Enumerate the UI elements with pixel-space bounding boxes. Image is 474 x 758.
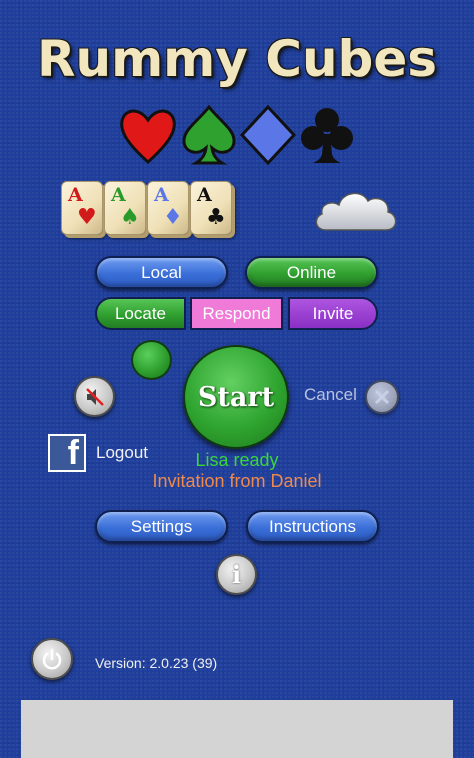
spade-icon (182, 104, 236, 165)
mute-icon (85, 387, 104, 406)
tile-rank: A (197, 184, 212, 206)
app-title: Rummy Cubes (36, 30, 438, 88)
spade-icon: ♠ (120, 204, 140, 230)
diamond-icon: ♦ (163, 204, 183, 230)
online-button[interactable]: Online (245, 256, 378, 289)
settings-button[interactable]: Settings (95, 510, 228, 543)
ad-banner[interactable] (21, 700, 453, 758)
local-button[interactable]: Local (95, 256, 228, 289)
start-button[interactable]: Start (183, 345, 289, 449)
heart-icon (120, 109, 176, 165)
tile-rank: A (154, 184, 169, 206)
info-icon: i (231, 560, 242, 589)
tile-rank: A (68, 184, 83, 206)
respond-button[interactable]: Respond (190, 297, 283, 330)
club-icon: ♣ (206, 204, 226, 230)
cancel-button[interactable] (365, 380, 399, 414)
tile-ace-hearts: A ♥ (61, 181, 103, 235)
tile-ace-clubs: A ♣ (190, 181, 232, 235)
cloud-icon[interactable] (312, 186, 400, 236)
mute-button[interactable] (74, 376, 115, 417)
tile-ace-spades: A ♠ (104, 181, 146, 235)
close-icon (374, 389, 390, 405)
player-ready-status: Lisa ready (195, 450, 279, 470)
power-icon (42, 648, 62, 670)
online-status-indicator (131, 340, 172, 380)
instructions-button[interactable]: Instructions (246, 510, 379, 543)
diamond-icon (239, 104, 297, 166)
version-text: Version: 2.0.23 (39) (95, 655, 218, 671)
power-button[interactable] (31, 638, 73, 680)
club-icon (301, 108, 353, 163)
tile-rank: A (111, 184, 126, 206)
locate-button[interactable]: Locate (95, 297, 186, 330)
info-button[interactable]: i (216, 554, 257, 595)
tile-ace-diamonds: A ♦ (147, 181, 189, 235)
invite-button[interactable]: Invite (288, 297, 378, 330)
cancel-label[interactable]: Cancel (304, 385, 357, 405)
heart-icon: ♥ (77, 204, 97, 230)
invitation-status: Invitation from Daniel (152, 471, 322, 491)
